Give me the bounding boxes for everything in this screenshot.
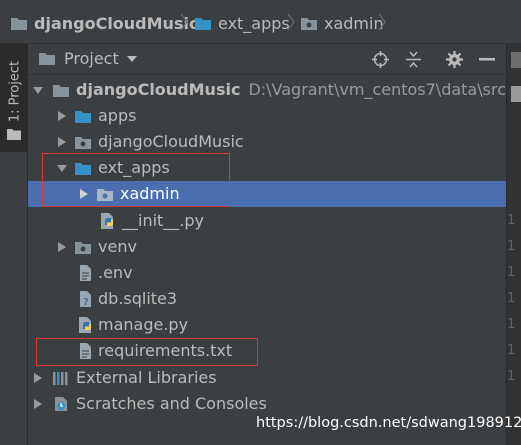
folder-icon [53,85,69,97]
unknown-file-icon: ? [80,291,91,308]
toolwindow-title: Project [64,49,119,68]
project-tree: djangoCloudMusic D:\Vagrant\vm_centos7\da… [28,75,506,445]
scratches-icon [55,397,67,411]
folder-icon [195,17,211,30]
tree-row[interactable]: venv [28,234,506,260]
package-folder-icon [75,137,91,149]
gear-icon[interactable] [446,51,463,68]
file-tab-icon [511,86,521,102]
chevron-right-icon[interactable] [78,188,90,200]
tree-row[interactable]: __init__.py [28,208,506,234]
folder-icon [7,129,21,140]
source-folder-icon [75,111,91,123]
breadcrumb-label: djangoCloudMusic [34,13,199,33]
breadcrumb-item-ext-apps[interactable]: ext_apps [194,12,290,34]
folder-icon [11,17,27,30]
project-toolwindow-header: Project [28,44,506,75]
line-number: 1 [507,213,516,228]
tree-row[interactable]: ? db.sqlite3 [28,286,506,312]
line-number: 1 [507,343,516,358]
tree-row[interactable]: External Libraries [28,365,506,391]
dropdown-arrow-icon[interactable] [127,56,137,62]
python-file-icon [79,317,91,333]
collapse-all-icon[interactable] [405,51,422,68]
tree-row[interactable]: apps [28,103,506,129]
svg-text:?: ? [83,297,89,308]
python-file-icon [101,213,113,229]
watermark: https://blog.csdn.net/sdwang198912 [256,415,521,431]
line-number: 1 [507,317,516,332]
package-folder-icon [97,189,113,201]
line-number: 1 [507,291,516,306]
chevron-down-icon[interactable] [56,162,68,174]
tree-row[interactable]: ext_apps [28,155,506,181]
breadcrumb-item-project[interactable]: djangoCloudMusic [10,12,198,34]
tree-item-label: apps [98,106,137,125]
text-file-icon [80,343,91,359]
locate-icon[interactable] [372,51,389,68]
tree-item-label: requirements.txt [98,341,233,360]
tree-item-label: ext_apps [98,158,170,177]
minimize-icon[interactable] [479,58,495,61]
text-file-icon [80,265,91,281]
chevron-right-icon [378,13,386,31]
chevron-right-icon [287,13,295,31]
chevron-right-icon[interactable] [56,110,68,122]
source-folder-icon [75,163,91,175]
file-tab-icon [511,52,521,68]
tree-item-label: __init__.py [122,211,205,230]
breadcrumb-label: ext_apps [218,13,290,33]
tree-row[interactable]: djangoCloudMusic [28,129,506,155]
chevron-right-icon[interactable] [56,136,68,148]
tree-row-root[interactable]: djangoCloudMusic D:\Vagrant\vm_centos7\da… [28,77,506,103]
line-number: 1 [507,369,516,384]
navigation-breadcrumb: djangoCloudMusic ext_apps xadmin [0,0,521,44]
root-path: D:\Vagrant\vm_centos7\data\src\djangoClo… [248,80,506,99]
project-tool-tab-label: 1: Project [7,60,23,123]
line-number: 1 [507,239,516,254]
tree-item-label: db.sqlite3 [98,289,178,308]
tree-item-label: venv [98,237,137,256]
line-number: 1 [507,265,516,280]
chevron-right-icon[interactable] [32,398,44,410]
tree-row-selected[interactable]: xadmin [28,181,506,207]
tree-item-label: Scratches and Consoles [76,394,267,413]
package-folder-icon [301,17,317,30]
chevron-down-icon[interactable] [32,84,44,96]
breadcrumb-item-xadmin[interactable]: xadmin [300,12,384,34]
chevron-right-icon [180,13,188,31]
library-icon [53,372,68,385]
tree-row[interactable]: .env [28,260,506,286]
tree-item-label: xadmin [120,184,180,203]
tree-item-label: .env [98,263,133,282]
tree-root-label: djangoCloudMusic D:\Vagrant\vm_centos7\da… [76,80,506,99]
tree-item-label: External Libraries [76,368,217,387]
chevron-right-icon[interactable] [56,241,68,253]
tree-row[interactable]: requirements.txt [28,338,506,364]
chevron-right-icon[interactable] [32,372,44,384]
tree-item-label: manage.py [98,315,189,334]
excluded-folder-icon [75,242,91,254]
tree-row[interactable]: Scratches and Consoles [28,391,506,417]
tree-row[interactable]: manage.py [28,312,506,338]
folder-icon [39,53,55,65]
breadcrumb-label: xadmin [324,13,384,33]
project-tool-tab[interactable]: 1: Project [0,44,27,152]
tree-item-label: djangoCloudMusic [98,132,244,151]
